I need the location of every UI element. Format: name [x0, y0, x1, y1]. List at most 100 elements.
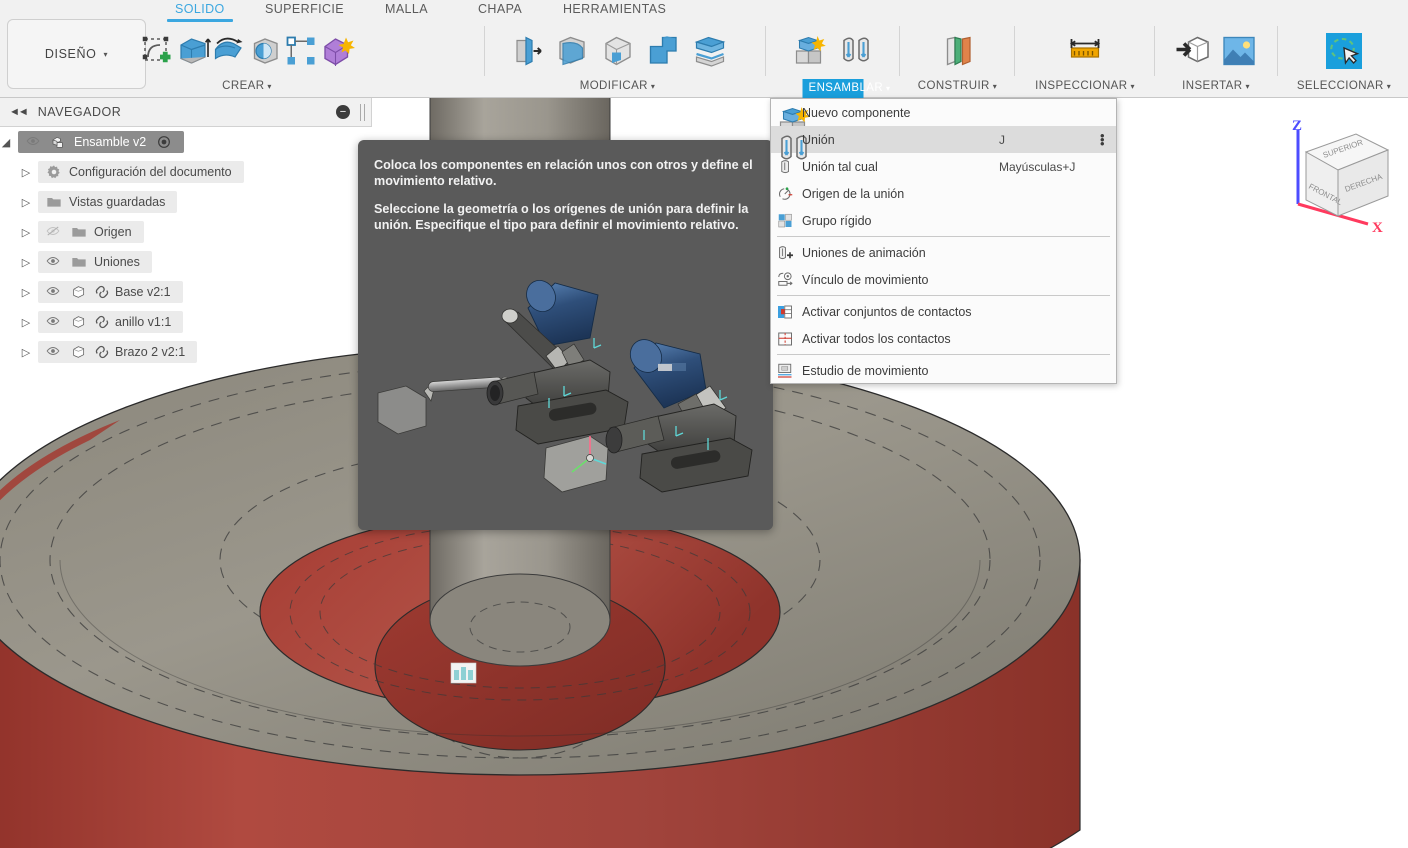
eye-icon[interactable]	[44, 314, 64, 330]
ribbon-tab-strip: SOLIDO SUPERFICIE MALLA CHAPA HERRAMIENTAS	[0, 0, 1408, 22]
insert-derive-icon[interactable]	[1170, 25, 1216, 77]
component-icon	[49, 134, 69, 150]
navigator-item-pill[interactable]: Brazo 2 v2:1	[38, 341, 198, 363]
viewcube[interactable]: Z X SUPERIOR FRONTAL DERECHA	[1272, 112, 1402, 237]
eye-icon[interactable]	[44, 344, 64, 360]
ribbon-panel-label-construir[interactable]: CONSTRUIR ▾	[905, 80, 1010, 92]
menu-item-label: Grupo rígido	[802, 213, 872, 228]
create-mesh-icon[interactable]	[319, 25, 355, 77]
menu-item-label: Activar todos los contactos	[802, 331, 951, 346]
ribbon-panel-label-modificar[interactable]: MODIFICAR ▾	[490, 80, 745, 92]
navigator-item-component-brazo2[interactable]: ▷ Brazo 2 v2:1	[0, 337, 372, 367]
panel-label-text: ENSAMBLAR	[808, 82, 884, 94]
navigator-item-origin-folder[interactable]: ▷ Origen	[0, 217, 372, 247]
collapse-arrow-icon[interactable]: ▷	[14, 346, 38, 359]
navigator-item-pill[interactable]: Base v2:1	[38, 281, 183, 303]
menu-nuevo-componente[interactable]: Nuevo componente	[771, 99, 1116, 135]
measure-icon[interactable]	[1062, 25, 1108, 77]
navigator-item-component-anillo[interactable]: ▷ anillo v1:1	[0, 307, 372, 337]
ribbon-panel-crear: CREAR ▾	[142, 22, 355, 98]
toolbar-divider	[1154, 26, 1155, 76]
collapse-arrow-icon[interactable]: ▷	[14, 226, 38, 239]
eye-icon[interactable]	[44, 284, 64, 300]
ribbon-tab-malla[interactable]: MALLA	[385, 2, 428, 16]
navigator-item-label: Uniones	[94, 255, 140, 269]
activate-component-radio[interactable]	[156, 134, 172, 150]
navigator-item-component-base[interactable]: ▷ Base v2:1	[0, 277, 372, 307]
ribbon-panel-label-seleccionar[interactable]: SELECCIONAR ▾	[1283, 80, 1405, 92]
menu-divider	[777, 236, 1110, 237]
combine-icon[interactable]	[641, 25, 687, 77]
eye-hidden-icon[interactable]	[44, 224, 64, 240]
navigator-item-pill[interactable]: Configuración del documento	[38, 161, 244, 183]
ribbon-tab-solido[interactable]: SOLIDO	[167, 2, 233, 22]
menu-union[interactable]: Unión J • • •	[771, 126, 1116, 159]
sweep-icon[interactable]	[247, 25, 283, 77]
chevron-down-icon: ▾	[886, 84, 891, 93]
shell-icon[interactable]	[595, 25, 641, 77]
navigator-item-pill[interactable]: Origen	[38, 221, 144, 243]
create-sketch-icon[interactable]	[139, 25, 175, 77]
revolve-icon[interactable]	[211, 25, 247, 77]
eye-icon[interactable]	[24, 134, 44, 150]
menu-activar-todos-contactos[interactable]: Activar todos los contactos	[771, 325, 1116, 352]
menu-activar-conjuntos-contactos[interactable]: Activar conjuntos de contactos	[771, 298, 1116, 325]
ribbon-panel-label-insertar[interactable]: INSERTAR ▾	[1160, 80, 1272, 92]
menu-origen-union[interactable]: Origen de la unión	[771, 180, 1116, 207]
menu-union-tal-cual[interactable]: Unión tal cual Mayúsculas+J	[771, 153, 1116, 180]
menu-estudio-movimiento[interactable]: Estudio de movimiento	[771, 357, 1116, 384]
navigator-item-pill[interactable]: anillo v1:1	[38, 311, 184, 333]
collapse-arrow-icon[interactable]: ▷	[14, 286, 38, 299]
menu-uniones-animacion[interactable]: Uniones de animación	[771, 239, 1116, 266]
panel-label-text: MODIFICAR	[579, 80, 648, 92]
gear-icon	[44, 164, 64, 180]
ribbon-panel-label-ensamblar[interactable]: ENSAMBLAR ▾	[802, 79, 890, 98]
expand-arrow-icon[interactable]: ◢	[0, 136, 18, 149]
new-component-icon[interactable]	[787, 25, 833, 77]
collapse-arrow-icon[interactable]: ▷	[14, 166, 38, 179]
ensamblar-dropdown-menu[interactable]: Nuevo componente Unión J • • • Unión tal cual M…	[770, 98, 1117, 384]
press-pull-icon[interactable]	[503, 25, 549, 77]
ribbon-tab-chapa[interactable]: CHAPA	[478, 2, 522, 16]
navigator-item-joints-folder[interactable]: ▷ Uniones	[0, 247, 372, 277]
collapse-arrow-icon[interactable]: ▷	[14, 196, 38, 209]
minimize-icon[interactable]: −	[336, 105, 350, 119]
toolbar-divider	[899, 26, 900, 76]
navigator-item-saved-views[interactable]: ▷ Vistas guardadas	[0, 187, 372, 217]
ribbon-panel-label-crear[interactable]: CREAR ▾	[152, 80, 342, 92]
menu-grupo-rigido[interactable]: Grupo rígido	[771, 207, 1116, 234]
navigator-item-assembly-root[interactable]: ◢ Ensamble v2	[0, 127, 372, 157]
navigator-item-label: Brazo 2 v2:1	[115, 345, 186, 359]
joint-icon[interactable]	[833, 25, 879, 77]
eye-icon[interactable]	[44, 254, 64, 270]
menu-item-shortcut: Mayúsculas+J	[999, 159, 1076, 174]
extrude-icon[interactable]	[175, 25, 211, 77]
overflow-menu-icon[interactable]: • • •	[1100, 129, 1105, 150]
resize-grip[interactable]	[360, 103, 365, 121]
collapse-arrow-icon[interactable]: ▷	[14, 256, 38, 269]
menu-item-label: Estudio de movimiento	[802, 363, 929, 378]
menu-vinculo-movimiento[interactable]: Vínculo de movimiento	[771, 266, 1116, 293]
select-lasso-icon[interactable]	[1321, 25, 1367, 77]
navigator-item-pill[interactable]: Ensamble v2	[18, 131, 185, 153]
folder-icon	[69, 224, 89, 240]
workspace-selector[interactable]: DISEÑO ▾	[7, 19, 146, 89]
ribbon-panel-label-inspeccionar[interactable]: INSPECCIONAR ▾	[1020, 80, 1150, 92]
collapse-arrow-icon[interactable]: ▷	[14, 316, 38, 329]
construct-plane-icon[interactable]	[935, 25, 981, 77]
fillet-icon[interactable]	[549, 25, 595, 77]
split-body-icon[interactable]	[687, 25, 733, 77]
insert-canvas-icon[interactable]	[1216, 25, 1262, 77]
menu-item-label: Vínculo de movimiento	[802, 272, 929, 287]
ribbon-panel-insertar: INSERTAR ▾	[1160, 22, 1272, 98]
navigator-item-pill[interactable]: Vistas guardadas	[38, 191, 178, 213]
navigator-item-document-settings[interactable]: ▷ Configuración del documento	[0, 157, 372, 187]
ribbon-tab-herramientas[interactable]: HERRAMIENTAS	[563, 2, 666, 16]
toolbar-divider	[1277, 26, 1278, 76]
menu-item-label: Unión tal cual	[802, 159, 878, 174]
collapse-left-icon[interactable]: ◄◄	[9, 106, 29, 118]
navigator-title: NAVEGADOR	[37, 105, 122, 119]
ribbon-tab-superficie[interactable]: SUPERFICIE	[265, 2, 344, 16]
pattern-icon[interactable]	[283, 25, 319, 77]
navigator-item-pill[interactable]: Uniones	[38, 251, 152, 273]
